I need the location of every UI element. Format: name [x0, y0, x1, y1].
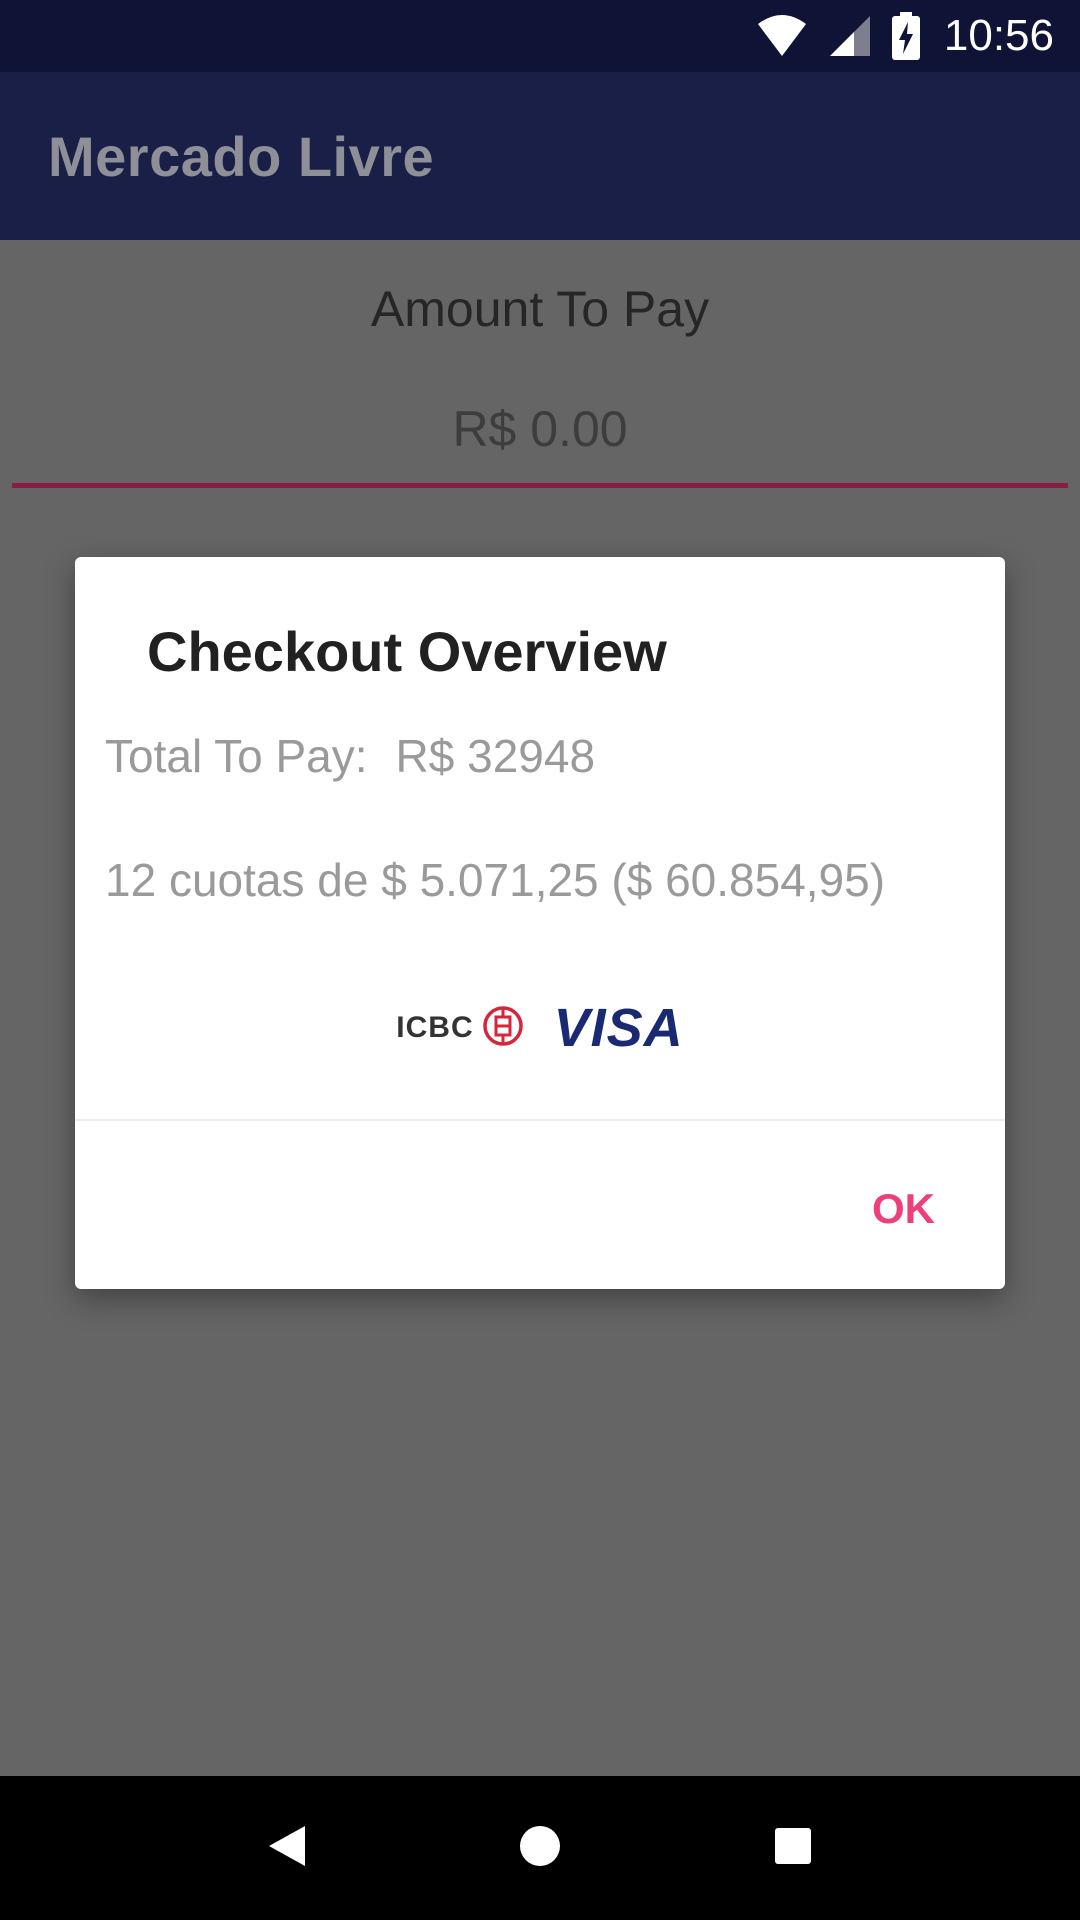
- battery-charging-icon: [891, 12, 920, 60]
- visa-logo: VISA: [553, 998, 684, 1058]
- wifi-icon: [756, 14, 808, 58]
- status-bar: 10:56: [0, 0, 1080, 72]
- home-button[interactable]: [480, 1788, 600, 1908]
- payment-logos: ICBC VISA: [75, 997, 1005, 1059]
- dialog-title: Checkout Overview: [147, 620, 667, 683]
- total-row: Total To Pay: R$ 32948: [105, 729, 595, 783]
- clock: 10:56: [943, 11, 1054, 60]
- recents-button[interactable]: [733, 1788, 853, 1908]
- navigation-bar: [0, 1776, 1080, 1920]
- installments-text: 12 cuotas de $ 5.071,25 ($ 60.854,95): [105, 854, 886, 906]
- total-value: R$ 32948: [395, 730, 596, 782]
- total-label: Total To Pay:: [105, 730, 368, 782]
- icbc-logo-text: ICBC: [396, 1011, 474, 1044]
- back-icon: [267, 1824, 307, 1873]
- ok-button[interactable]: OK: [872, 1185, 935, 1233]
- amount-input[interactable]: R$ 0.00: [12, 400, 1068, 488]
- icbc-logo: ICBC: [396, 1005, 523, 1052]
- home-icon: [518, 1824, 562, 1873]
- icbc-emblem-icon: [482, 1005, 524, 1052]
- amount-label: Amount To Pay: [370, 281, 710, 337]
- checkout-dialog: Checkout Overview Total To Pay: R$ 32948 …: [75, 557, 1005, 1289]
- cellular-signal-icon: [828, 14, 872, 58]
- back-button[interactable]: [227, 1788, 347, 1908]
- recents-icon: [773, 1826, 813, 1871]
- screen: 10:56 Mercado Livre Amount To Pay R$ 0.0…: [0, 0, 1080, 1920]
- app-title: Mercado Livre: [48, 124, 435, 188]
- app-bar: Mercado Livre: [0, 72, 1080, 240]
- dialog-divider: [75, 1119, 1005, 1121]
